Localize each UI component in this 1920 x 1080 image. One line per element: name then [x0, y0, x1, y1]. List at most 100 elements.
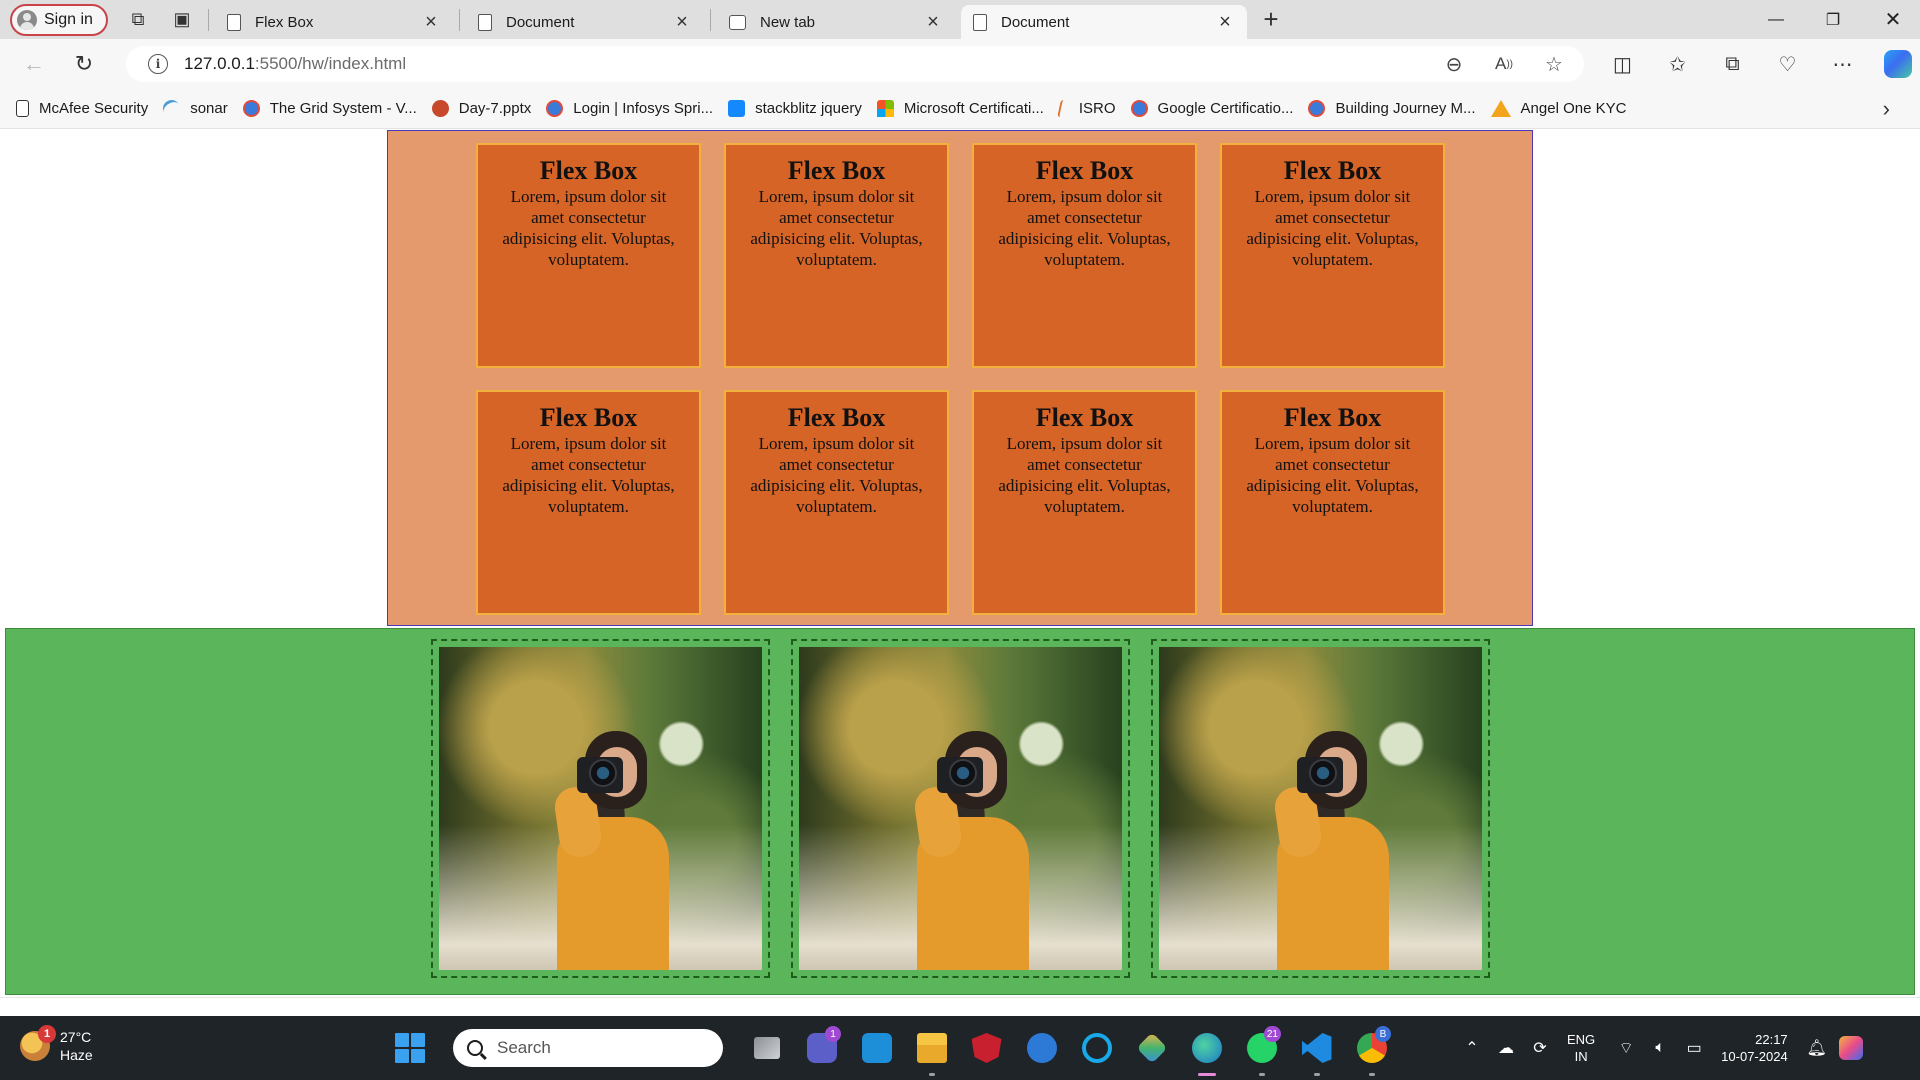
close-tab-icon[interactable]: × — [672, 11, 692, 34]
site-info-icon[interactable]: i — [148, 54, 168, 74]
tab-title: Flex Box — [255, 13, 314, 31]
photo-card — [431, 639, 770, 978]
close-tab-icon[interactable]: × — [421, 11, 441, 34]
favorite-star-icon[interactable]: ☆ — [1538, 48, 1570, 80]
favorite-mcafee-security[interactable]: McAfee Security — [16, 100, 148, 117]
flex-container: Flex Box Lorem, ipsum dolor sit amet cons… — [387, 130, 1533, 626]
favorite-building-journey[interactable]: Building Journey M... — [1308, 100, 1476, 117]
flex-box-text: Lorem, ipsum dolor sit amet consectetur … — [1246, 187, 1419, 269]
snipping-tool-icon[interactable] — [1124, 1016, 1179, 1080]
chevron-up-icon[interactable]: ⌃ — [1455, 1016, 1489, 1080]
file-explorer-icon[interactable] — [904, 1016, 959, 1080]
notifications-bell-icon[interactable]: 🔔︎ — [1800, 1016, 1834, 1080]
flex-box-title: Flex Box — [787, 156, 886, 185]
taskbar-search[interactable]: Search — [453, 1029, 723, 1067]
sync-icon[interactable]: ⟳ — [1523, 1016, 1557, 1080]
favorite-isro[interactable]: ISRO — [1057, 100, 1116, 117]
horizontal-scrollbar[interactable] — [0, 997, 1920, 1016]
refresh-button[interactable]: ↻ — [64, 46, 104, 82]
cortana-icon[interactable] — [1069, 1016, 1124, 1080]
flex-box-title: Flex Box — [1283, 403, 1382, 432]
browser-essentials-icon[interactable]: ♡ — [1760, 39, 1815, 89]
flex-box-text: Lorem, ipsum dolor sit amet consectetur … — [502, 434, 675, 516]
favorite-day-7-pptx[interactable]: Day-7.pptx — [431, 100, 531, 117]
url-text[interactable]: 127.0.0.1:5500/hw/index.html — [184, 54, 406, 74]
flex-box-card: Flex Box Lorem, ipsum dolor sit amet cons… — [972, 143, 1197, 368]
favorite-angel-one[interactable]: Angel One KYC — [1490, 100, 1626, 117]
flex-box-title: Flex Box — [539, 156, 638, 185]
favorite-label: Google Certificatio... — [1157, 100, 1294, 117]
onedrive-icon[interactable]: ☁ — [1489, 1016, 1523, 1080]
flex-box-text: Lorem, ipsum dolor sit amet consectetur … — [998, 187, 1171, 269]
system-tray: ⌃ ☁ ⟳ ENG IN ⌔ 🔈︎ ▭ 22:17 10-07-2024 🔔︎ — [1455, 1016, 1868, 1080]
close-window-button[interactable]: ✕ — [1866, 0, 1920, 39]
haze-weather-icon: 1 — [20, 1025, 56, 1061]
back-button[interactable]: ← — [14, 46, 54, 82]
restore-button[interactable]: ❐ — [1806, 0, 1860, 39]
vscode-icon[interactable] — [1289, 1016, 1344, 1080]
page-icon — [973, 13, 987, 31]
favorites-bar: McAfee Security sonar The Grid System - … — [0, 89, 1920, 129]
wifi-icon[interactable]: ⌔ — [1609, 1016, 1643, 1080]
zoom-icon[interactable]: ⊖ — [1438, 48, 1470, 80]
copilot-icon[interactable] — [1870, 39, 1920, 89]
teams-icon[interactable]: 1 — [794, 1016, 849, 1080]
collections-icon[interactable]: ⧉ — [1705, 39, 1760, 89]
taskbar-apps: Search 1 21 B — [395, 1016, 1399, 1080]
get-help-icon[interactable] — [1014, 1016, 1069, 1080]
favorite-label: Building Journey M... — [1335, 100, 1476, 117]
flex-box-title: Flex Box — [787, 403, 886, 432]
teams-badge: 1 — [825, 1026, 841, 1042]
clock[interactable]: 22:17 10-07-2024 — [1721, 1031, 1788, 1065]
mcafee-icon[interactable] — [959, 1016, 1014, 1080]
favorites-icon[interactable]: ✩ — [1650, 39, 1705, 89]
minimize-button[interactable]: — — [1749, 0, 1803, 39]
chrome-icon[interactable]: B — [1344, 1016, 1399, 1080]
vertical-tabs-icon[interactable]: ▣ — [162, 4, 202, 36]
favorite-grid-system[interactable]: The Grid System - V... — [242, 100, 417, 117]
tab-document-active[interactable]: Document × — [961, 5, 1247, 39]
edge-icon[interactable] — [1179, 1016, 1234, 1080]
tab-new-tab[interactable]: New tab × — [717, 5, 955, 39]
profile-avatar-icon — [17, 9, 37, 30]
tab-flex-box[interactable]: Flex Box × — [215, 5, 453, 39]
workspaces-icon[interactable]: ⧉ — [118, 4, 158, 36]
tab-document[interactable]: Document × — [466, 5, 704, 39]
copilot-taskbar-icon[interactable] — [1834, 1016, 1868, 1080]
battery-icon[interactable]: ▭ — [1677, 1016, 1711, 1080]
language-indicator[interactable]: ENG IN — [1567, 1031, 1595, 1065]
flex-box-card: Flex Box Lorem, ipsum dolor sit amet cons… — [972, 390, 1197, 615]
clock-date: 10-07-2024 — [1721, 1049, 1788, 1064]
favorite-sonar[interactable]: sonar — [160, 96, 228, 121]
address-bar[interactable]: i 127.0.0.1:5500/hw/index.html ⊖ A)) ☆ — [126, 46, 1584, 82]
split-screen-icon[interactable]: ◫ — [1595, 39, 1650, 89]
photographer-image — [439, 647, 762, 970]
favorite-google-cert[interactable]: Google Certificatio... — [1130, 100, 1294, 117]
page-icon — [478, 13, 492, 31]
tab-strip: Sign in ⧉ ▣ Flex Box × Document × New ta… — [0, 0, 1920, 39]
weather-temperature: 27°C — [60, 1029, 92, 1045]
close-tab-icon[interactable]: × — [1215, 11, 1235, 34]
chevron-right-icon[interactable]: › — [1883, 89, 1890, 129]
more-options-icon[interactable]: ⋯ — [1815, 39, 1870, 89]
microsoft-icon — [876, 100, 894, 117]
weather-widget[interactable]: 1 27°C Haze — [20, 1025, 93, 1064]
sign-in-button[interactable]: Sign in — [10, 3, 108, 36]
myhp-icon[interactable] — [849, 1016, 904, 1080]
read-aloud-icon[interactable]: A)) — [1488, 48, 1520, 80]
flex-box-card: Flex Box Lorem, ipsum dolor sit amet cons… — [476, 390, 701, 615]
photo-gallery-section — [5, 628, 1915, 995]
windows-start-icon[interactable] — [395, 1033, 425, 1063]
favorite-stackblitz[interactable]: stackblitz jquery — [728, 100, 862, 117]
favorite-label: stackblitz jquery — [755, 100, 862, 117]
close-tab-icon[interactable]: × — [923, 11, 943, 34]
new-tab-button[interactable]: + — [1251, 3, 1291, 37]
favorite-infosys-login[interactable]: Login | Infosys Spri... — [546, 100, 713, 117]
task-view-icon[interactable] — [739, 1016, 794, 1080]
powerpoint-icon — [431, 100, 449, 117]
favorite-microsoft-cert[interactable]: Microsoft Certificati... — [876, 100, 1044, 117]
flex-box-title: Flex Box — [1283, 156, 1382, 185]
whatsapp-icon[interactable]: 21 — [1234, 1016, 1289, 1080]
favorite-label: Login | Infosys Spri... — [573, 100, 714, 117]
volume-icon[interactable]: 🔈︎ — [1643, 1016, 1677, 1080]
